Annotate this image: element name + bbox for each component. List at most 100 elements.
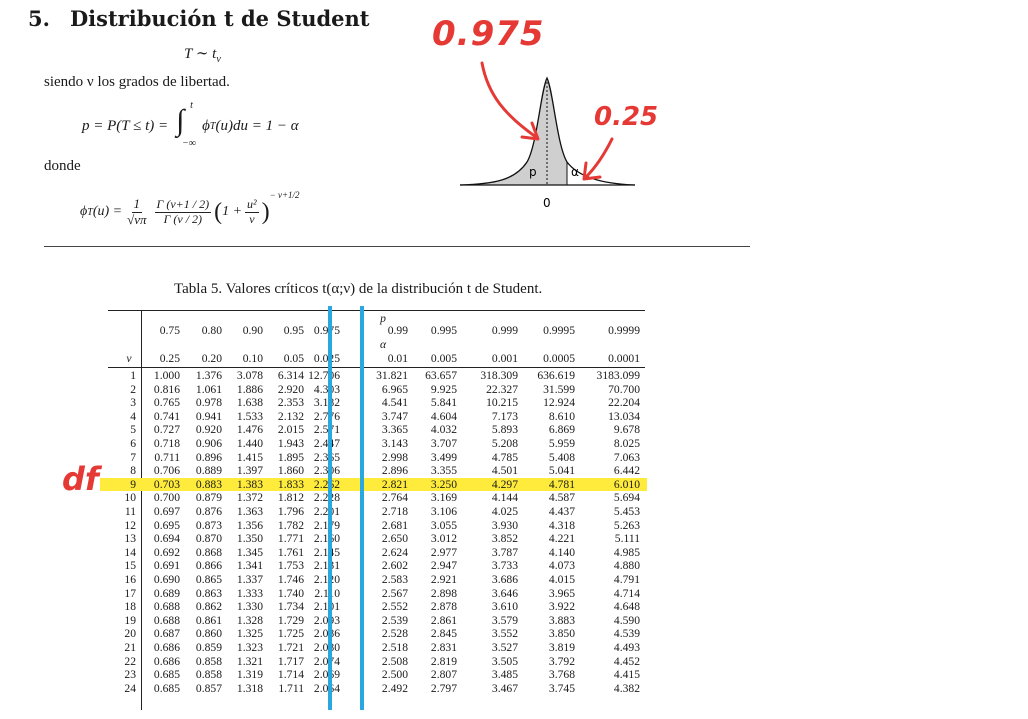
value-cell: 4.303 [313, 382, 340, 396]
value-cell: 5.841 [430, 396, 457, 410]
df-cell: 3 [130, 396, 136, 410]
value-cell: 5.959 [548, 437, 575, 450]
value-cell: 5.408 [548, 450, 575, 464]
annotation-arrows [480, 61, 614, 181]
df-cell: 14 [124, 545, 136, 559]
value-cell: 4.590 [613, 613, 640, 627]
value-cell: 3.012 [430, 532, 457, 546]
value-cell: 3.733 [491, 559, 518, 573]
value-cell: 2.110 [296, 587, 340, 601]
alpha-header-cell: 0.025 [313, 352, 340, 365]
degrees-of-freedom-text: siendo ν los grados de libertad. [44, 74, 230, 90]
value-cell: 1.476 [236, 423, 263, 437]
value-cell: 2.201 [313, 505, 340, 518]
value-cell: 5.208 [491, 437, 518, 450]
table-row: 15 0.691 0.866 1.341 1.753 2.131 2.602 2.947 3.7… [108, 559, 645, 573]
value-cell: 31.599 [543, 382, 575, 396]
value-cell: 0.741 [153, 409, 180, 423]
df-cell: 6 [130, 437, 136, 450]
value-cell: 0.686 [153, 641, 180, 654]
value-cell: 0.862 [195, 600, 222, 614]
value-cell: 1.061 [195, 382, 222, 396]
value-cell: 3.883 [548, 613, 575, 627]
value-cell: 1.337 [236, 573, 263, 586]
value-cell: 2.080 [313, 641, 340, 654]
value-cell: 3.610 [491, 600, 518, 614]
value-cell: 2.602 [381, 559, 408, 573]
integral-sign: ∫ t −∞ [176, 100, 197, 149]
table-row: 4 0.741 0.941 1.533 2.132 2.776 3.747 4.604 7.17… [108, 410, 645, 424]
t-def-text: T ∼ t [184, 46, 217, 62]
value-cell: 0.906 [195, 437, 222, 450]
value-cell: 3.852 [491, 532, 518, 546]
t-def-subscript: ν [216, 54, 221, 65]
value-cell: 4.501 [491, 464, 518, 478]
p-header-cell: 0.9999 [608, 324, 640, 337]
annotation-0975: 0.975 [432, 14, 545, 54]
value-cell: 2.650 [381, 532, 408, 546]
value-cell: 3.143 [381, 437, 408, 450]
value-cell: 2.807 [430, 668, 457, 682]
value-cell: 2.160 [313, 532, 340, 546]
value-cell: 0.889 [195, 464, 222, 478]
value-cell: 0.978 [195, 396, 222, 410]
value-cell: 0.706 [153, 464, 180, 478]
value-cell: 3.646 [491, 586, 518, 600]
value-cell: 3.467 [491, 681, 518, 695]
fraction-1-denominator: √νπ [127, 211, 147, 227]
value-cell: 0.697 [153, 505, 180, 518]
value-cell: 4.648 [613, 600, 640, 614]
value-cell: 5.694 [613, 491, 640, 505]
value-cell: 2.861 [430, 613, 457, 627]
alpha-header-cell: 0.0005 [543, 352, 575, 365]
value-cell: 2.228 [313, 491, 340, 505]
value-cell: 1.000 [153, 369, 180, 382]
value-cell: 2.500 [381, 668, 408, 682]
df-cell: 24 [124, 681, 136, 695]
column-marker-left [328, 306, 332, 710]
value-cell: 0.876 [195, 505, 222, 518]
value-cell: 9.678 [613, 423, 640, 437]
value-cell: 0.865 [195, 573, 222, 586]
value-cell: 2.262 [313, 477, 340, 491]
alpha-header-cell: 0.005 [430, 352, 457, 365]
value-cell: 4.880 [613, 559, 640, 573]
table-row: 11 0.697 0.876 1.363 1.796 2.201 2.718 3.106 4.0… [108, 505, 645, 519]
value-cell: 2.069 [313, 668, 340, 682]
plot-label-zero: 0 [543, 196, 551, 210]
value-cell: 8.610 [548, 409, 575, 423]
p-header-cell: 0.99 [387, 324, 408, 337]
value-cell: 0.727 [153, 423, 180, 437]
value-cell: 0.870 [195, 532, 222, 546]
density-fraction-1: 1 √νπ [125, 196, 148, 227]
table-row: 13 0.694 0.870 1.350 1.771 2.160 2.650 3.012 3.8… [108, 532, 645, 546]
value-cell: 0.765 [153, 396, 180, 410]
value-cell: 0.859 [195, 641, 222, 654]
density-paren-text: 1 + [222, 204, 243, 219]
value-cell: 2.539 [381, 613, 408, 627]
value-cell: 1.325 [236, 627, 263, 641]
value-cell: 3183.099 [596, 369, 640, 382]
value-cell: 4.452 [613, 654, 640, 668]
section-number: 5. [28, 6, 50, 31]
value-cell: 0.868 [195, 545, 222, 559]
p-header-cell: 0.975 [313, 324, 340, 337]
value-cell: 2.518 [381, 641, 408, 654]
p-header-cell: 0.75 [159, 324, 180, 337]
value-cell: 4.297 [491, 477, 518, 491]
value-cell: 3.922 [548, 600, 575, 614]
value-cell: 4.785 [491, 450, 518, 464]
value-cell: 3.579 [491, 613, 518, 627]
value-cell: 22.204 [608, 396, 640, 410]
value-cell: 4.541 [381, 396, 408, 410]
table-row: 7 0.711 0.896 1.415 1.895 2.365 2.998 3.499 4.78… [108, 451, 645, 465]
value-cell: 1.383 [236, 477, 263, 491]
value-cell: 318.309 [480, 369, 518, 382]
df-cell: 17 [124, 586, 136, 600]
value-cell: 3.792 [548, 654, 575, 668]
value-cell: 1.397 [236, 464, 263, 478]
value-cell: 5.041 [548, 464, 575, 478]
alpha-header-cell: 0.25 [159, 352, 180, 365]
value-cell: 0.861 [195, 613, 222, 627]
alpha-header-cell: 0.10 [242, 352, 263, 365]
